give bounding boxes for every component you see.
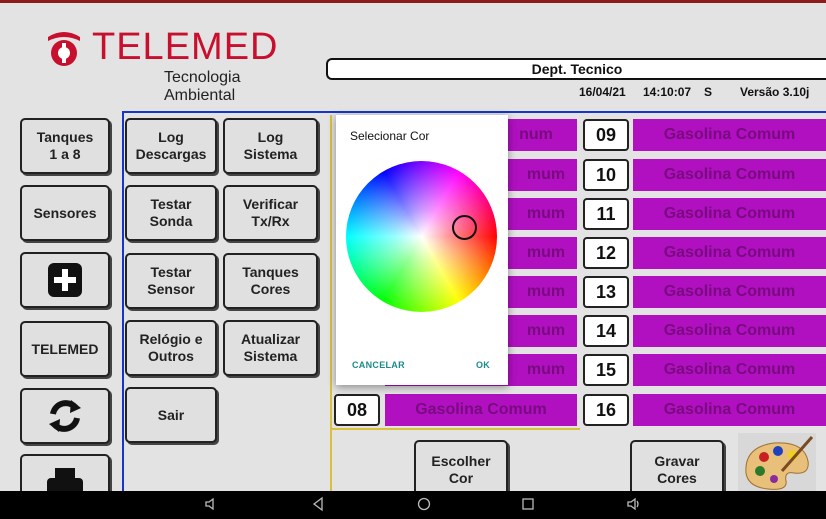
- header-title: Dept. Tecnico: [531, 61, 623, 77]
- brand-name: TELEMED: [92, 26, 279, 68]
- status-date: 16/04/21: [579, 85, 626, 99]
- printer-icon: [47, 468, 83, 491]
- testar-sensor-button[interactable]: Testar Sensor: [125, 253, 217, 309]
- gravar-cores-button[interactable]: Gravar Cores: [630, 440, 724, 491]
- tank-11-number[interactable]: 11: [583, 198, 629, 230]
- tank-11-name[interactable]: Gasolina Comum: [633, 198, 826, 230]
- telemed-logo-icon: [48, 32, 80, 66]
- header-bar: Dept. Tecnico: [326, 58, 826, 80]
- tank-13-name[interactable]: Gasolina Comum: [633, 276, 826, 308]
- gravar-cores-label: Gravar Cores: [654, 453, 700, 486]
- log-descargas-label: Log Descargas: [135, 129, 207, 162]
- testar-sonda-button[interactable]: Testar Sonda: [125, 185, 217, 241]
- tanques-1-8-button[interactable]: Tanques 1 a 8: [20, 118, 110, 174]
- tank-09-name[interactable]: Gasolina Comum: [633, 119, 826, 151]
- add-button[interactable]: [20, 252, 110, 308]
- atualizar-sistema-button[interactable]: Atualizar Sistema: [223, 320, 318, 376]
- tank-14-name[interactable]: Gasolina Comum: [633, 315, 826, 347]
- escolher-cor-button[interactable]: Escolher Cor: [414, 440, 508, 491]
- tanques-1-8-label: Tanques 1 a 8: [36, 129, 94, 162]
- status-flag: S: [704, 85, 713, 99]
- back-icon[interactable]: [311, 496, 327, 512]
- tank-07-label: mum: [526, 361, 566, 378]
- color-wheel-selector[interactable]: [452, 215, 477, 240]
- tank-06-label: mum: [526, 322, 566, 339]
- status-time: 14:10:07: [643, 85, 692, 99]
- telemed-logo: TELEMED Tecnologia Ambiental: [44, 23, 294, 104]
- color-wheel[interactable]: [346, 161, 497, 312]
- refresh-button[interactable]: [20, 388, 110, 444]
- telemed-label: TELEMED: [31, 340, 99, 357]
- tank-15-number[interactable]: 15: [583, 354, 629, 386]
- tank-13-number[interactable]: 13: [583, 276, 629, 308]
- panel-top-border: [330, 111, 826, 113]
- atualizar-sistema-label: Atualizar Sistema: [240, 331, 301, 364]
- app-screen: TELEMED Tecnologia Ambiental Dept. Tecni…: [0, 0, 826, 491]
- cancel-button[interactable]: CANCELAR: [352, 360, 405, 370]
- tank-14-number[interactable]: 14: [583, 315, 629, 347]
- relogio-outros-label: Relógio e Outros: [139, 331, 203, 364]
- dialog-title: Selecionar Cor: [350, 129, 430, 143]
- tank-12-number[interactable]: 12: [583, 237, 629, 269]
- telemed-button[interactable]: TELEMED: [20, 321, 110, 377]
- tanques-cores-button[interactable]: Tanques Cores: [223, 253, 318, 309]
- tank-10-number[interactable]: 10: [583, 159, 629, 191]
- print-button[interactable]: [20, 454, 110, 491]
- tank-01-label: num: [519, 126, 553, 143]
- tank-10-name[interactable]: Gasolina Comum: [633, 159, 826, 191]
- tank-15-name[interactable]: Gasolina Comum: [633, 354, 826, 386]
- tank-03-label: mum: [526, 205, 566, 222]
- relogio-outros-button[interactable]: Relógio e Outros: [125, 320, 217, 376]
- verificar-txrx-label: Verificar Tx/Rx: [242, 196, 299, 229]
- status-version: Versão 3.10j: [740, 85, 810, 99]
- tank-02-label: mum: [526, 166, 566, 183]
- tanks-panel-bottom-border: [330, 428, 580, 430]
- ok-button[interactable]: OK: [476, 360, 490, 370]
- tank-08-number[interactable]: 08: [334, 394, 380, 426]
- tank-09-number[interactable]: 09: [583, 119, 629, 151]
- tank-08-name[interactable]: Gasolina Comum: [385, 394, 577, 426]
- tank-16-number[interactable]: 16: [583, 394, 629, 426]
- volume-down-icon[interactable]: [204, 496, 220, 512]
- log-sistema-button[interactable]: Log Sistema: [223, 118, 318, 174]
- tank-12-name[interactable]: Gasolina Comum: [633, 237, 826, 269]
- system-navbar: [0, 491, 826, 519]
- log-sistema-label: Log Sistema: [243, 129, 298, 162]
- tank-04-label: mum: [526, 244, 566, 261]
- volume-up-icon[interactable]: [626, 496, 642, 512]
- verificar-txrx-button[interactable]: Verificar Tx/Rx: [223, 185, 318, 241]
- escolher-cor-label: Escolher Cor: [431, 453, 491, 486]
- plus-icon: [48, 263, 82, 297]
- testar-sonda-label: Testar Sonda: [149, 196, 193, 229]
- recents-icon[interactable]: [520, 496, 536, 512]
- color-picker-dialog: Selecionar Cor CANCELAR OK: [336, 115, 508, 385]
- tank-16-name[interactable]: Gasolina Comum: [633, 394, 826, 426]
- palette-icon: [738, 433, 816, 491]
- sair-button[interactable]: Sair: [125, 387, 217, 443]
- log-descargas-button[interactable]: Log Descargas: [125, 118, 217, 174]
- home-icon[interactable]: [416, 496, 432, 512]
- refresh-icon: [49, 400, 81, 432]
- tanques-cores-label: Tanques Cores: [242, 264, 299, 297]
- brand-subtitle: Tecnologia Ambiental: [164, 69, 241, 104]
- sair-label: Sair: [157, 406, 185, 423]
- sensores-button[interactable]: Sensores: [20, 185, 110, 241]
- sensores-label: Sensores: [33, 204, 97, 221]
- tank-05-label: mum: [526, 283, 566, 300]
- testar-sensor-label: Testar Sensor: [147, 264, 195, 297]
